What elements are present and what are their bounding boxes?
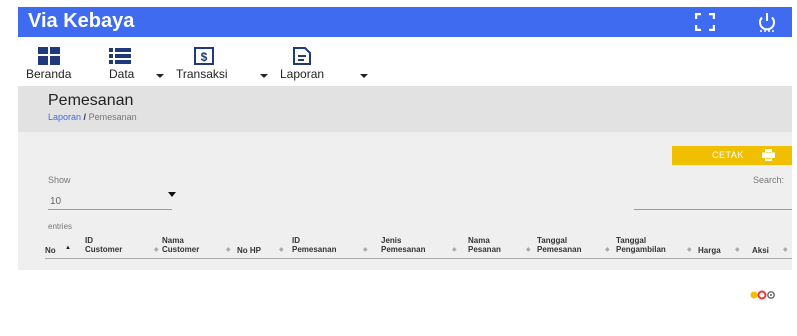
- status-dots-icon: [750, 290, 775, 300]
- app-title: Via Kebaya: [28, 10, 135, 32]
- sort-icon[interactable]: ◆: [605, 246, 610, 253]
- breadcrumb: Laporan / Pemesanan: [48, 112, 137, 122]
- print-button-label: CETAK: [712, 150, 744, 160]
- sort-icon[interactable]: ◆: [735, 246, 740, 253]
- svg-text:$: $: [201, 50, 208, 64]
- nav-label: Transaksi: [176, 67, 228, 81]
- list-icon: [109, 48, 131, 64]
- chevron-down-icon: [156, 74, 164, 78]
- nav-label: Laporan: [280, 67, 325, 81]
- page-length-value: 10: [50, 196, 62, 207]
- sort-icon[interactable]: ◆: [783, 246, 788, 253]
- nav-item-laporan[interactable]: Laporan: [278, 47, 370, 85]
- show-label: Show: [48, 175, 71, 185]
- top-header-bar: Via Kebaya: [18, 7, 792, 37]
- power-icon[interactable]: [756, 11, 778, 33]
- page-length-select[interactable]: 10: [48, 190, 176, 210]
- breadcrumb-link-laporan[interactable]: Laporan: [48, 112, 81, 122]
- fullscreen-icon[interactable]: [695, 13, 715, 31]
- sort-icon[interactable]: ◆: [687, 246, 692, 253]
- nav-item-beranda[interactable]: Beranda: [24, 47, 84, 85]
- main-nav: Beranda Data $ Transaksi Laporan: [0, 37, 797, 87]
- money-icon: $: [194, 47, 214, 65]
- column-header-no-hp[interactable]: No HP: [237, 246, 261, 255]
- nav-label: Beranda: [26, 67, 72, 81]
- column-header-nama-customer[interactable]: Nama Customer: [162, 236, 199, 254]
- search-label: Search:: [753, 175, 785, 185]
- page-title: Pemesanan: [48, 92, 134, 109]
- chevron-down-icon: [260, 74, 268, 78]
- nav-item-data[interactable]: Data: [104, 47, 168, 85]
- chevron-down-icon: [360, 74, 368, 78]
- column-header-nama-pesanan[interactable]: Nama Pesanan: [468, 236, 501, 254]
- column-header-tanggal-pengambilan[interactable]: Tanggal Pengambilan: [616, 236, 666, 254]
- dashboard-icon: [38, 47, 60, 65]
- chevron-down-icon: [168, 192, 176, 197]
- column-header-id-pemesanan[interactable]: ID Pemesanan: [292, 236, 336, 254]
- sort-icon[interactable]: ▲: [65, 245, 71, 251]
- print-button[interactable]: CETAK: [672, 146, 792, 165]
- content-panel: CETAK Show 10 entries Search: No ▲ ID Cus…: [18, 132, 792, 270]
- column-header-no[interactable]: No: [45, 246, 56, 255]
- breadcrumb-current: Pemesanan: [88, 112, 137, 122]
- nav-label: Data: [109, 67, 135, 81]
- sort-icon[interactable]: ◆: [279, 246, 284, 253]
- table-header-row: No ▲ ID Customer ◆ Nama Customer ◆ No HP ◆…: [45, 232, 792, 259]
- column-header-harga[interactable]: Harga: [698, 246, 721, 255]
- app-root: Via Kebaya Beranda Data $ Transaksi Lapo…: [0, 0, 797, 336]
- sort-icon[interactable]: ◆: [154, 246, 159, 253]
- sort-icon[interactable]: ◆: [526, 246, 531, 253]
- breadcrumb-separator: /: [83, 112, 87, 122]
- nav-item-transaksi[interactable]: $ Transaksi: [174, 47, 268, 85]
- page-header: Pemesanan Laporan / Pemesanan: [18, 86, 792, 132]
- entries-label: entries: [48, 222, 73, 231]
- column-header-tanggal-pemesanan[interactable]: Tanggal Pemesanan: [537, 236, 581, 254]
- column-header-aksi[interactable]: Aksi: [752, 246, 769, 255]
- sort-icon[interactable]: ◆: [226, 246, 231, 253]
- column-header-jenis-pemesanan[interactable]: Jenis Pemesanan: [381, 236, 425, 254]
- search-input[interactable]: [634, 196, 792, 210]
- column-header-id-customer[interactable]: ID Customer: [85, 236, 122, 254]
- sort-icon[interactable]: ◆: [363, 246, 368, 253]
- sort-icon[interactable]: ◆: [452, 246, 457, 253]
- printer-icon: [762, 149, 775, 161]
- report-icon: [293, 47, 311, 65]
